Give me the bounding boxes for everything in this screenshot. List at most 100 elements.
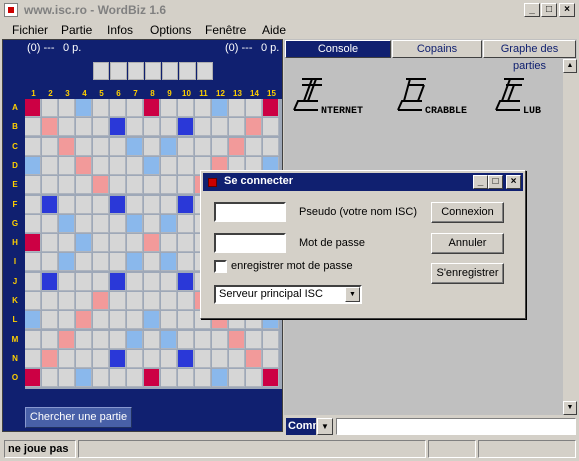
board-cell[interactable] (76, 292, 92, 310)
board-cell[interactable] (178, 99, 194, 117)
board-cell[interactable] (161, 349, 177, 368)
board-cell[interactable] (93, 118, 109, 137)
board-cell[interactable] (42, 234, 58, 253)
board-cell[interactable] (246, 99, 262, 117)
board-cell[interactable] (93, 99, 109, 117)
board-cell[interactable] (144, 349, 160, 368)
board-cell[interactable] (144, 311, 160, 330)
server-select[interactable]: Serveur principal ISC ▼ (214, 285, 362, 304)
rack-slot[interactable] (162, 62, 179, 80)
board-cell[interactable] (25, 272, 41, 291)
board-cell[interactable] (93, 253, 109, 272)
menu-aide[interactable]: Aide (262, 23, 286, 37)
board-cell[interactable] (25, 118, 41, 137)
board-cell[interactable] (59, 176, 75, 195)
board-cell[interactable] (76, 195, 92, 214)
board-cell[interactable] (127, 272, 143, 291)
console-scrollbar[interactable]: ▲ ▼ (563, 59, 577, 415)
board-cell[interactable] (93, 292, 109, 310)
board-cell[interactable] (178, 234, 194, 253)
board-cell[interactable] (161, 311, 177, 330)
title-bar[interactable]: www.isc.ro - WordBiz 1.6 _ □ × (0, 0, 579, 21)
board-cell[interactable] (93, 176, 109, 195)
board-cell[interactable] (25, 214, 41, 233)
board-cell[interactable] (42, 272, 58, 291)
board-cell[interactable] (42, 311, 58, 330)
board-cell[interactable] (127, 176, 143, 195)
dialog-maximize-button[interactable]: □ (488, 175, 503, 189)
board-cell[interactable] (263, 330, 279, 349)
board-cell[interactable] (127, 253, 143, 272)
board-cell[interactable] (127, 330, 143, 349)
board-cell[interactable] (178, 195, 194, 214)
board-cell[interactable] (93, 156, 109, 175)
board-cell[interactable] (144, 253, 160, 272)
rack-slot[interactable] (127, 62, 144, 80)
board-cell[interactable] (110, 330, 126, 349)
board-cell[interactable] (229, 330, 245, 349)
board-cell[interactable] (25, 292, 41, 310)
menu-fenetre[interactable]: Fenêtre (205, 23, 246, 37)
board-cell[interactable] (59, 137, 75, 156)
board-cell[interactable] (76, 369, 92, 388)
tab-copains[interactable]: Copains (392, 40, 482, 58)
board-cell[interactable] (127, 118, 143, 137)
board-cell[interactable] (178, 118, 194, 137)
board-cell[interactable] (59, 156, 75, 175)
board-cell[interactable] (178, 369, 194, 388)
board-cell[interactable] (178, 156, 194, 175)
board-cell[interactable] (59, 349, 75, 368)
board-cell[interactable] (144, 214, 160, 233)
board-cell[interactable] (110, 137, 126, 156)
board-cell[interactable] (161, 137, 177, 156)
rack-slot[interactable] (110, 62, 127, 80)
board-cell[interactable] (59, 214, 75, 233)
board-cell[interactable] (110, 156, 126, 175)
board-cell[interactable] (42, 330, 58, 349)
find-game-button[interactable]: Chercher une partie (25, 407, 132, 428)
board-cell[interactable] (161, 292, 177, 310)
board-cell[interactable] (127, 292, 143, 310)
board-cell[interactable] (93, 330, 109, 349)
board-cell[interactable] (42, 156, 58, 175)
board-cell[interactable] (195, 137, 211, 156)
command-input[interactable] (336, 418, 576, 435)
board-cell[interactable] (161, 195, 177, 214)
board-cell[interactable] (161, 272, 177, 291)
board-cell[interactable] (76, 234, 92, 253)
board-cell[interactable] (161, 156, 177, 175)
board-cell[interactable] (59, 369, 75, 388)
board-cell[interactable] (144, 118, 160, 137)
board-cell[interactable] (25, 311, 41, 330)
connect-button[interactable]: Connexion (431, 202, 504, 223)
board-cell[interactable] (161, 99, 177, 117)
board-cell[interactable] (42, 349, 58, 368)
board-cell[interactable] (161, 369, 177, 388)
board-cell[interactable] (25, 195, 41, 214)
board-cell[interactable] (93, 137, 109, 156)
rack-slot[interactable] (93, 62, 110, 80)
board-cell[interactable] (76, 137, 92, 156)
scroll-down-button[interactable]: ▼ (563, 401, 577, 415)
register-button[interactable]: S'enregistrer (431, 263, 504, 284)
board-cell[interactable] (76, 214, 92, 233)
board-cell[interactable] (178, 272, 194, 291)
board-cell[interactable] (93, 234, 109, 253)
board-cell[interactable] (246, 137, 262, 156)
board-cell[interactable] (76, 349, 92, 368)
board-cell[interactable] (127, 156, 143, 175)
board-cell[interactable] (195, 349, 211, 368)
board-cell[interactable] (76, 272, 92, 291)
board-cell[interactable] (127, 311, 143, 330)
board-cell[interactable] (76, 99, 92, 117)
maximize-button[interactable]: □ (541, 3, 557, 17)
board-cell[interactable] (93, 349, 109, 368)
board-cell[interactable] (76, 118, 92, 137)
board-cell[interactable] (161, 253, 177, 272)
board-cell[interactable] (195, 330, 211, 349)
board-cell[interactable] (161, 118, 177, 137)
board-cell[interactable] (212, 349, 228, 368)
board-cell[interactable] (59, 195, 75, 214)
board-cell[interactable] (229, 349, 245, 368)
chevron-down-icon[interactable]: ▼ (345, 287, 360, 302)
